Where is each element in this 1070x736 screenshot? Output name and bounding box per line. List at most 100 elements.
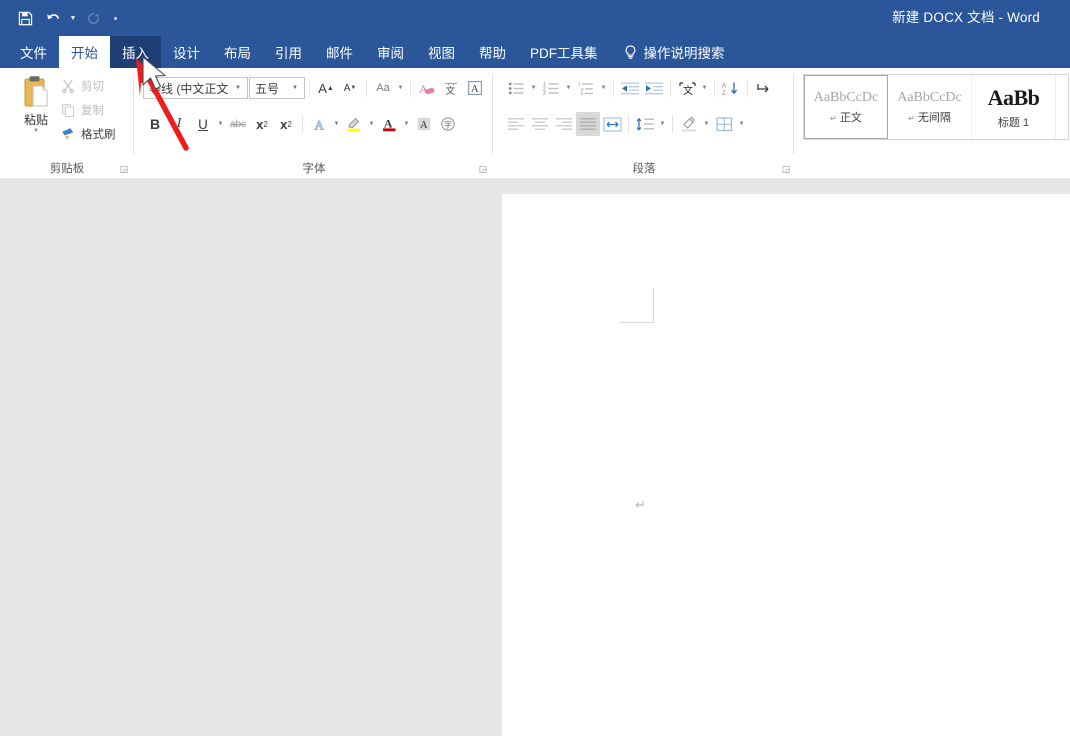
chevron-down-icon[interactable]: ▼ (699, 76, 710, 100)
chevron-down-icon[interactable]: ▼ (701, 112, 712, 136)
paragraph-dialog-launcher[interactable] (780, 163, 792, 175)
underline-button[interactable]: U (191, 112, 215, 136)
divider (366, 79, 367, 97)
document-page[interactable]: ↵ (502, 194, 1070, 736)
clipboard-group-label: 剪贴板 (49, 163, 85, 175)
enclose-characters-button[interactable]: 字 (436, 112, 460, 136)
character-shading-button[interactable]: A (412, 112, 436, 136)
chevron-down-icon[interactable]: ▼ (657, 112, 668, 136)
style-item-heading-1[interactable]: AaBb 标题 1 (972, 75, 1056, 139)
justify-button[interactable] (576, 112, 600, 136)
multilevel-list-button[interactable]: 1 a b (574, 76, 598, 100)
distribute-button[interactable] (600, 112, 624, 136)
font-dialog-launcher[interactable] (477, 163, 489, 175)
divider (714, 79, 715, 97)
tab-view[interactable]: 视图 (416, 36, 467, 68)
divider (672, 115, 673, 133)
ribbon-group-font: 等线 (中文正文 ▼ 五号 ▼ A ▲ A ▼ Aa ▼ A 文 A B I U… (135, 68, 493, 178)
subscript-button[interactable]: x2 (250, 112, 274, 136)
tell-me-search[interactable]: 操作说明搜索 (610, 36, 735, 68)
ribbon-tabs: 文件 开始 插入 设计 布局 引用 邮件 审阅 视图 帮助 PDF工具集 操作说… (0, 36, 1070, 68)
chevron-down-icon[interactable]: ▼ (563, 76, 574, 100)
document-workspace[interactable]: ↵ (0, 178, 1070, 736)
divider (410, 79, 411, 97)
character-border-button[interactable]: A (463, 76, 487, 100)
group-divider (133, 74, 134, 154)
clipboard-dialog-launcher[interactable] (118, 163, 130, 175)
italic-button[interactable]: I (167, 112, 191, 136)
tab-layout[interactable]: 布局 (212, 36, 263, 68)
format-painter-icon (60, 126, 76, 142)
superscript-button[interactable]: x2 (274, 112, 298, 136)
chevron-down-icon[interactable]: ▼ (395, 76, 406, 100)
font-name-combobox[interactable]: 等线 (中文正文 ▼ (143, 77, 248, 99)
numbering-button[interactable]: 1 2 3 (539, 76, 563, 100)
chevron-down-icon[interactable]: ▼ (288, 85, 302, 91)
undo-caret-icon[interactable]: ▼ (68, 5, 78, 31)
customize-qat-icon[interactable] (108, 5, 122, 31)
change-case-button[interactable]: Aa (371, 76, 395, 100)
styles-gallery[interactable]: AaBbCcDc ↵ 正文 AaBbCcDc ↵ 无间隔 AaBb 标题 1 (803, 74, 1069, 140)
chevron-down-icon[interactable]: ▼ (528, 76, 539, 100)
shading-button[interactable] (677, 112, 701, 136)
chevron-down-icon[interactable]: ▼ (331, 112, 342, 136)
tab-mailings[interactable]: 邮件 (314, 36, 365, 68)
chinese-layout-button[interactable]: 文 (675, 76, 699, 100)
tab-insert[interactable]: 插入 (110, 36, 161, 68)
bullets-button[interactable] (504, 76, 528, 100)
divider (747, 79, 748, 97)
tab-design[interactable]: 设计 (161, 36, 212, 68)
chevron-down-icon[interactable]: ▼ (401, 112, 412, 136)
increase-indent-button[interactable] (642, 76, 666, 100)
margin-corner-mark (620, 289, 654, 323)
undo-icon[interactable] (40, 5, 66, 31)
chevron-down-icon[interactable]: ▼ (598, 76, 609, 100)
divider (302, 115, 303, 133)
chevron-down-icon[interactable]: ▼ (215, 112, 226, 136)
align-right-button[interactable] (552, 112, 576, 136)
cut-button: 剪切 (60, 74, 132, 98)
font-size-combobox[interactable]: 五号 ▼ (249, 77, 305, 99)
svg-text:A: A (722, 83, 726, 89)
tab-review[interactable]: 审阅 (365, 36, 416, 68)
chevron-down-icon[interactable]: ▼ (366, 112, 377, 136)
tab-file[interactable]: 文件 (8, 36, 59, 68)
line-spacing-button[interactable] (633, 112, 657, 136)
align-center-button[interactable] (528, 112, 552, 136)
grow-font-button[interactable]: A ▲ (314, 76, 338, 100)
text-effects-button[interactable]: A (307, 112, 331, 136)
chevron-down-icon[interactable]: ▼ (736, 112, 747, 136)
tab-pdf-tools[interactable]: PDF工具集 (518, 36, 610, 68)
save-icon[interactable] (12, 5, 38, 31)
tell-me-label: 操作说明搜索 (643, 46, 725, 61)
style-item-next[interactable]: A (1056, 75, 1068, 139)
format-painter-button[interactable]: 格式刷 (60, 122, 132, 146)
strikethrough-button[interactable]: abc (226, 112, 250, 136)
chevron-down-icon[interactable]: ▼ (231, 85, 245, 91)
decrease-indent-button[interactable] (618, 76, 642, 100)
divider (309, 79, 310, 97)
style-name: 标题 1 (997, 116, 1030, 129)
format-painter-label: 格式刷 (81, 129, 116, 141)
bold-button[interactable]: B (143, 112, 167, 136)
align-left-button[interactable] (504, 112, 528, 136)
tab-references[interactable]: 引用 (263, 36, 314, 68)
phonetic-guide-button[interactable]: 文 (439, 76, 463, 100)
clear-formatting-button[interactable]: A (415, 76, 439, 100)
sort-button[interactable]: A Z (719, 76, 743, 100)
font-name-value: 等线 (中文正文 (149, 81, 229, 96)
redo-icon (80, 5, 106, 31)
font-size-value: 五号 (255, 81, 280, 96)
tab-home[interactable]: 开始 (59, 36, 110, 68)
tab-help[interactable]: 帮助 (467, 36, 518, 68)
highlight-color-button[interactable] (342, 112, 366, 136)
style-item-normal[interactable]: AaBbCcDc ↵ 正文 (804, 75, 888, 139)
shrink-font-button[interactable]: A ▼ (338, 76, 362, 100)
paste-button[interactable]: 粘贴 ▼ (10, 74, 62, 135)
paste-caret-icon[interactable]: ▼ (33, 128, 39, 135)
font-color-button[interactable]: A (377, 112, 401, 136)
show-formatting-marks-button[interactable] (752, 76, 776, 100)
borders-button[interactable] (712, 112, 736, 136)
paste-label: 粘贴 (23, 113, 48, 127)
style-item-no-spacing[interactable]: AaBbCcDc ↵ 无间隔 (888, 75, 972, 139)
